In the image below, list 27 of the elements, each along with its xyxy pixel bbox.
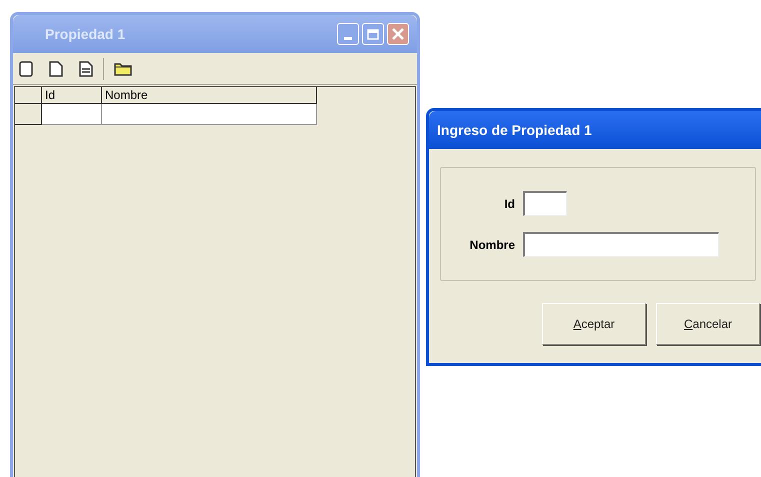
document-icon [79,60,93,76]
square-icon [19,60,33,76]
field-label: Id [503,196,516,212]
window-title: Ingreso de Propiedad 1 [437,120,592,140]
input-field[interactable] [523,191,567,216]
input-field[interactable] [523,232,719,257]
toolbar-button[interactable] [49,60,63,76]
column-header[interactable]: Nombre [102,87,317,104]
maximize-button[interactable] [362,23,384,45]
field-label: Nombre [468,236,516,254]
grid-cell[interactable] [42,104,102,125]
maximize-icon [367,28,379,40]
minimize-button[interactable] [337,23,359,45]
dialog-button[interactable]: Cancelar [656,303,760,345]
toolbar-button[interactable] [114,61,132,76]
minimize-icon [344,37,352,40]
dialog-button[interactable]: Aceptar [542,303,646,345]
window-title: Propiedad 1 [45,24,126,44]
toolbar-button[interactable] [79,60,93,76]
close-icon [392,28,404,40]
close-button[interactable] [387,23,409,45]
folder-icon [114,61,132,76]
toolbar-button[interactable] [19,60,33,76]
column-header[interactable]: Id [42,87,102,104]
page-icon [49,60,63,76]
row-header[interactable] [15,104,42,125]
grid-cell[interactable] [102,104,317,125]
